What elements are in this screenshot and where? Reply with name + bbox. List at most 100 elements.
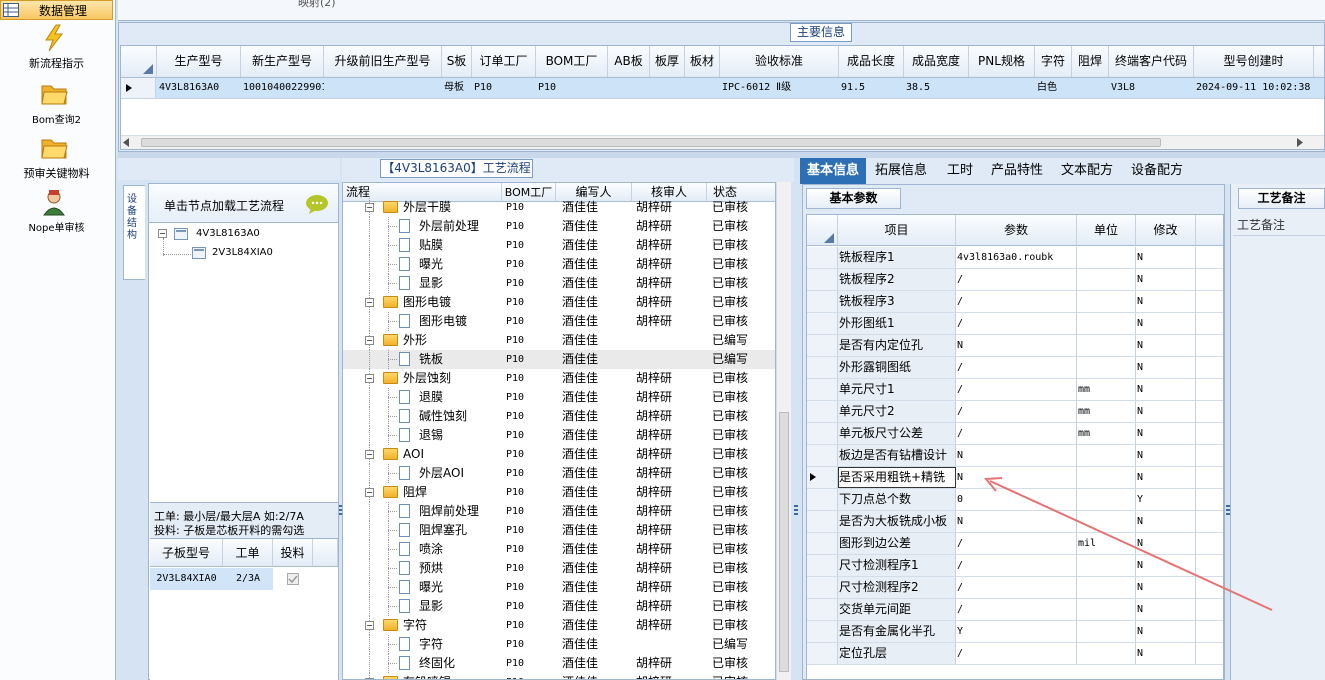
flow-row[interactable]: 字符 P10 酒佳佳 已编写 [343, 635, 775, 654]
flow-row[interactable]: − 字符 P10 酒佳佳 胡梓研 已审核 [343, 616, 775, 635]
param-value[interactable]: / [956, 577, 1077, 598]
param-value[interactable]: / [956, 401, 1077, 422]
param-unit[interactable] [1077, 467, 1136, 488]
param-modify[interactable]: N [1136, 511, 1196, 532]
main-col-header[interactable]: 阻焊 [1072, 46, 1109, 77]
param-unit[interactable] [1077, 335, 1136, 356]
tab-product-features[interactable]: 产品特性 [986, 158, 1048, 184]
param-modify[interactable]: N [1136, 533, 1196, 554]
param-value[interactable]: / [956, 643, 1077, 664]
param-unit[interactable] [1077, 621, 1136, 642]
flow-row[interactable]: 外层AOI P10 酒佳佳 胡梓研 已审核 [343, 464, 775, 483]
param-modify[interactable]: N [1136, 247, 1196, 268]
param-value[interactable]: / [956, 599, 1077, 620]
main-cell[interactable]: 2024-09-11 10:02:38 [1194, 78, 1314, 98]
main-cell[interactable]: P10 [472, 78, 536, 98]
param-unit[interactable] [1077, 577, 1136, 598]
flow-row[interactable]: 喷涂 P10 酒佳佳 胡梓研 已审核 [343, 540, 775, 559]
collapse-icon[interactable]: − [365, 336, 374, 345]
flow-row[interactable]: 铣板 P10 酒佳佳 已编写 [343, 350, 775, 369]
main-cell[interactable] [608, 78, 650, 98]
flow-vscrollbar[interactable] [776, 182, 791, 680]
param-modify[interactable]: N [1136, 445, 1196, 466]
sub-order-cell[interactable]: 2/3A [223, 568, 273, 590]
collapse-icon[interactable]: − [158, 229, 167, 238]
param-row[interactable]: 单元尺寸2/mm N [807, 401, 1223, 423]
sub-feed-cell[interactable] [273, 568, 313, 590]
param-unit[interactable]: mm [1077, 401, 1136, 422]
main-cell[interactable] [969, 78, 1035, 98]
row-selector[interactable] [807, 247, 838, 268]
tree-node-root[interactable]: − 4V3L8163A0 [158, 226, 288, 242]
tree-node-child[interactable]: 2V3L84XIA0 [192, 245, 302, 261]
flow-row[interactable]: 退锡 P10 酒佳佳 胡梓研 已审核 [343, 426, 775, 445]
param-unit[interactable] [1077, 643, 1136, 664]
param-modify[interactable]: N [1136, 599, 1196, 620]
param-row[interactable]: 交货单元间距 / N [807, 599, 1223, 621]
flow-row[interactable]: 显影 P10 酒佳佳 胡梓研 已审核 [343, 597, 775, 616]
main-cell[interactable]: V3L8 [1109, 78, 1194, 98]
param-modify[interactable]: N [1136, 291, 1196, 312]
param-value[interactable]: Y [956, 621, 1077, 642]
row-selector[interactable] [807, 511, 838, 532]
param-value[interactable]: / [956, 291, 1077, 312]
row-selector[interactable] [807, 533, 838, 554]
row-selector[interactable] [807, 445, 838, 466]
row-selector[interactable] [807, 269, 838, 290]
nav-item-prereview-materials[interactable]: 预审关键物料 [0, 134, 113, 186]
param-value[interactable]: N [956, 467, 1077, 488]
table-row[interactable]: 4V3L8163A0 10010400229901 母板 P10 P10 IPC-6012… [121, 78, 1324, 99]
main-col-header[interactable]: PNL规格 [969, 46, 1035, 77]
tab-basic-info[interactable]: 基本信息 [800, 158, 866, 184]
flow-row[interactable]: − AOI P10 酒佳佳 胡梓研 已审核 [343, 445, 775, 464]
param-value[interactable]: / [956, 379, 1077, 400]
row-selector[interactable] [807, 423, 838, 444]
main-col-header[interactable]: 字符 [1035, 46, 1072, 77]
param-modify[interactable]: N [1136, 269, 1196, 290]
flow-row[interactable]: 曝光 P10 酒佳佳 胡梓研 已审核 [343, 255, 775, 274]
main-cell[interactable]: 38.5 [904, 78, 969, 98]
scroll-left-icon[interactable] [123, 138, 131, 147]
splitter-grip[interactable] [794, 505, 798, 517]
param-row[interactable]: 是否有金属化半孔 Y N [807, 621, 1223, 643]
param-row[interactable]: 尺寸检测程序2/ N [807, 577, 1223, 599]
row-selector[interactable] [807, 555, 838, 576]
row-selector[interactable] [807, 621, 838, 642]
nav-item-bom-query[interactable]: Bom查询2 [0, 80, 113, 132]
main-cell[interactable]: IPC-6012 Ⅱ级 [720, 78, 839, 98]
flow-row[interactable]: 图形电镀 P10 酒佳佳 胡梓研 已审核 [343, 312, 775, 331]
sub-model-cell[interactable]: 2V3L84XIA0 [150, 568, 223, 590]
param-modify[interactable]: N [1136, 423, 1196, 444]
param-modify[interactable]: N [1136, 335, 1196, 356]
main-col-header[interactable]: BOM工厂 [536, 46, 608, 77]
param-row[interactable]: 铣板程序2/ N [807, 269, 1223, 291]
row-selector[interactable] [807, 577, 838, 598]
param-unit[interactable]: mil [1077, 533, 1136, 554]
param-row[interactable]: 单元尺寸1/mm N [807, 379, 1223, 401]
flow-row[interactable]: 贴膜 P10 酒佳佳 胡梓研 已审核 [343, 236, 775, 255]
param-modify[interactable]: N [1136, 467, 1196, 488]
flow-row[interactable]: 外层前处理 P10 酒佳佳 胡梓研 已审核 [343, 217, 775, 236]
param-unit[interactable] [1077, 599, 1136, 620]
main-col-header[interactable]: 订单工厂 [472, 46, 536, 77]
param-value[interactable]: N [956, 335, 1077, 356]
param-unit[interactable]: mm [1077, 379, 1136, 400]
main-cell[interactable]: 4V3L8163A0 [157, 78, 241, 98]
flow-row[interactable]: 阻焊前处理 P10 酒佳佳 胡梓研 已审核 [343, 502, 775, 521]
row-selector[interactable] [807, 291, 838, 312]
main-cell[interactable] [685, 78, 720, 98]
flow-row[interactable]: 预烘 P10 酒佳佳 胡梓研 已审核 [343, 559, 775, 578]
main-cell[interactable] [324, 78, 442, 98]
param-value[interactable]: / [956, 555, 1077, 576]
param-modify[interactable]: N [1136, 621, 1196, 642]
param-modify[interactable]: N [1136, 401, 1196, 422]
side-tab-equipment-structure[interactable]: 设备结构 [123, 185, 145, 280]
scroll-thumb[interactable] [141, 138, 1161, 147]
param-unit[interactable] [1077, 555, 1136, 576]
param-unit[interactable] [1077, 291, 1136, 312]
main-col-header[interactable]: 终端客户代码 [1109, 46, 1194, 77]
param-value[interactable]: 0 [956, 489, 1077, 510]
flow-row[interactable]: 显影 P10 酒佳佳 胡梓研 已审核 [343, 274, 775, 293]
main-col-header[interactable]: S板 [442, 46, 472, 77]
param-modify[interactable]: N [1136, 643, 1196, 664]
